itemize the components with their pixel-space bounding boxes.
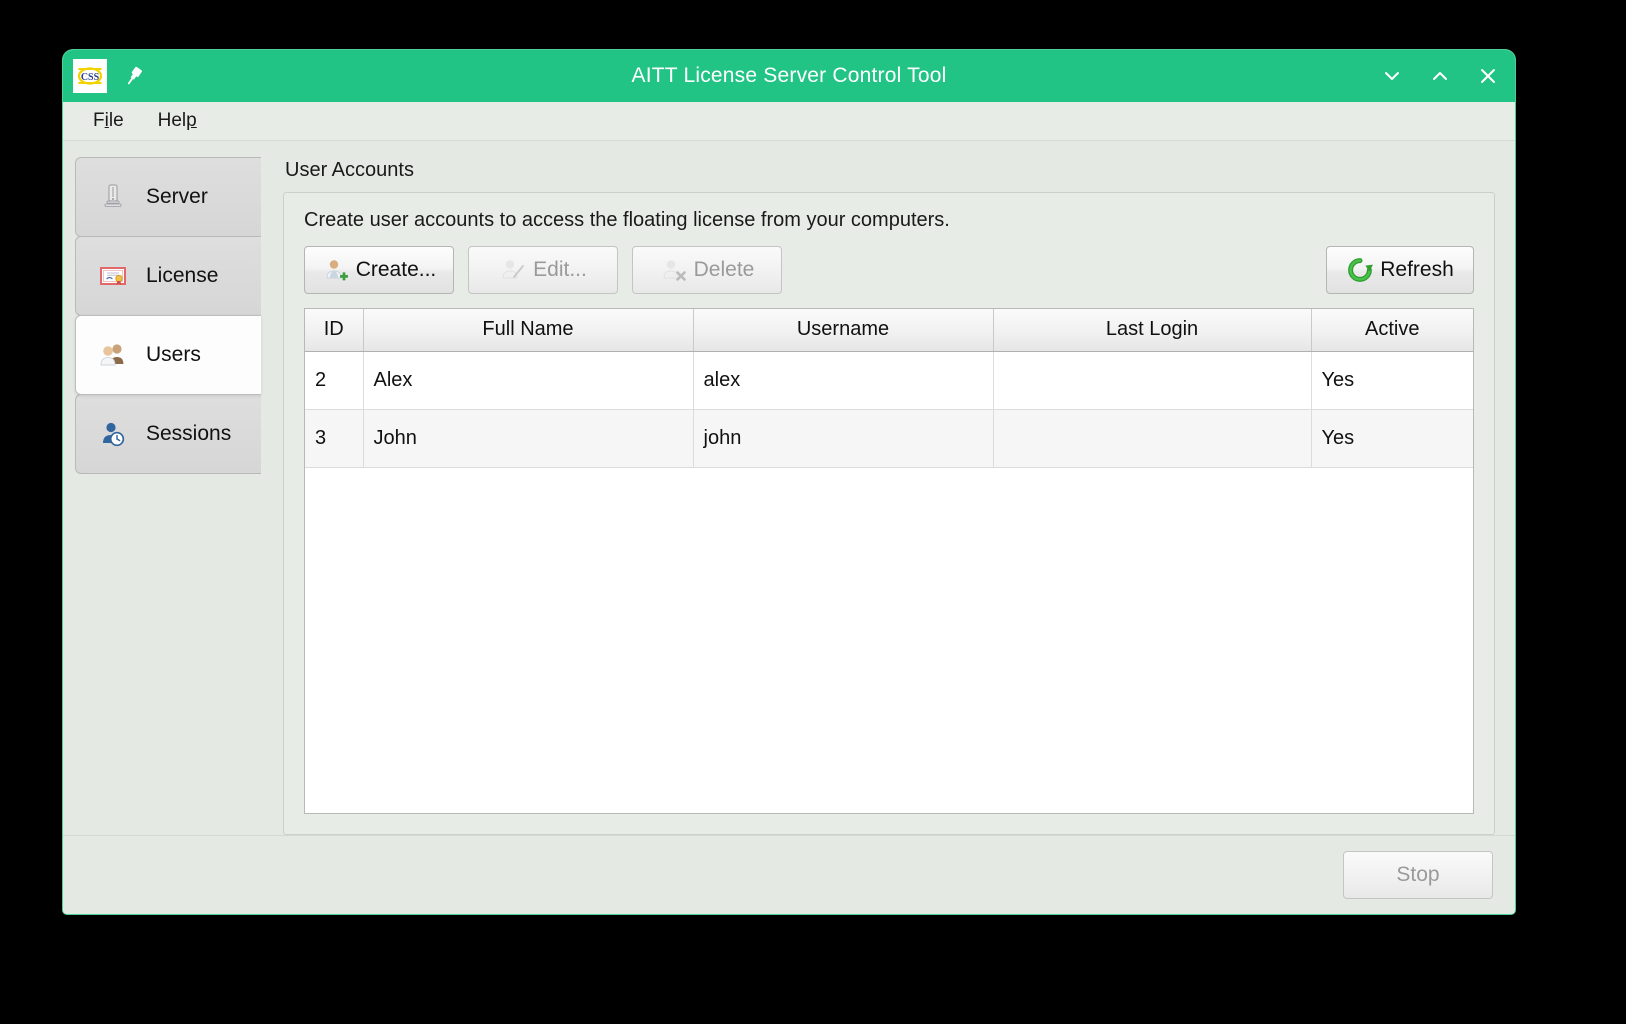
menu-item-help[interactable]: Help [146,107,209,135]
user-accounts-groupbox: Create user accounts to access the float… [283,192,1495,835]
refresh-button-label: Refresh [1380,258,1454,282]
close-button[interactable] [1475,63,1501,89]
page-title: User Accounts [285,159,1495,182]
window-title: AITT License Server Control Tool [63,64,1515,88]
stop-button-label: Stop [1396,863,1439,887]
cell-last-login [993,409,1311,467]
sidebar: Server License [75,155,261,835]
user-add-icon [322,256,350,284]
main-content: User Accounts Create user accounts to ac… [261,155,1503,835]
description-text: Create user accounts to access the float… [304,209,1474,232]
user-edit-icon [499,256,527,284]
column-header-username[interactable]: Username [693,309,993,351]
menu-item-file[interactable]: File [81,107,136,135]
column-header-last-login[interactable]: Last Login [993,309,1311,351]
column-header-id[interactable]: ID [305,309,363,351]
table-row[interactable]: 3 John john Yes [305,409,1473,467]
svg-text:CSS: CSS [81,72,100,83]
window-controls [1379,50,1501,102]
server-rack-icon [96,180,130,214]
users-table-container[interactable]: ID Full Name Username Last Login Active … [304,308,1474,814]
sidebar-item-label: License [146,264,218,288]
maximize-button[interactable] [1427,63,1453,89]
user-delete-icon [660,256,688,284]
sidebar-item-label: Users [146,343,201,367]
column-header-active[interactable]: Active [1311,309,1473,351]
cell-full-name: John [363,409,693,467]
cell-full-name: Alex [363,351,693,409]
table-row[interactable]: 2 Alex alex Yes [305,351,1473,409]
users-table-body: 2 Alex alex Yes 3 John john [305,351,1473,467]
table-header-row: ID Full Name Username Last Login Active [305,309,1473,351]
edit-button-label: Edit... [533,258,587,282]
refresh-button[interactable]: Refresh [1326,246,1474,294]
users-people-icon [96,338,130,372]
sidebar-item-sessions[interactable]: Sessions [75,394,261,474]
delete-button-label: Delete [694,258,755,282]
sidebar-item-server[interactable]: Server [75,157,261,237]
refresh-circular-arrow-icon [1346,256,1374,284]
sidebar-item-users[interactable]: Users [75,315,261,395]
menu-bar: File Help [63,102,1515,141]
table-empty-area [305,468,1473,814]
stop-button[interactable]: Stop [1343,851,1493,899]
edit-button[interactable]: Edit... [468,246,618,294]
title-bar: CSS AITT License Server Control Tool [63,50,1515,102]
person-clock-icon [96,417,130,451]
minimize-button[interactable] [1379,63,1405,89]
users-table: ID Full Name Username Last Login Active … [305,309,1473,468]
cell-active: Yes [1311,351,1473,409]
cell-id: 3 [305,409,363,467]
window-body: Server License [63,141,1515,835]
users-table-header: ID Full Name Username Last Login Active [305,309,1473,351]
cell-username: alex [693,351,993,409]
css-logo-icon: CSS [73,59,107,93]
create-button[interactable]: Create... [304,246,454,294]
footer-bar: Stop [63,835,1515,914]
application-window: CSS AITT License Server Control Tool [63,50,1515,914]
create-button-label: Create... [356,258,437,282]
title-bar-left-icons: CSS [63,59,147,93]
cell-last-login [993,351,1311,409]
pin-icon[interactable] [121,63,147,89]
sidebar-item-license[interactable]: License [75,236,261,316]
sidebar-item-label: Sessions [146,422,231,446]
cell-active: Yes [1311,409,1473,467]
certificate-icon [96,259,130,293]
action-button-row: Create... Edit... [304,246,1474,294]
sidebar-item-label: Server [146,185,208,209]
column-header-full-name[interactable]: Full Name [363,309,693,351]
cell-username: john [693,409,993,467]
delete-button[interactable]: Delete [632,246,782,294]
cell-id: 2 [305,351,363,409]
